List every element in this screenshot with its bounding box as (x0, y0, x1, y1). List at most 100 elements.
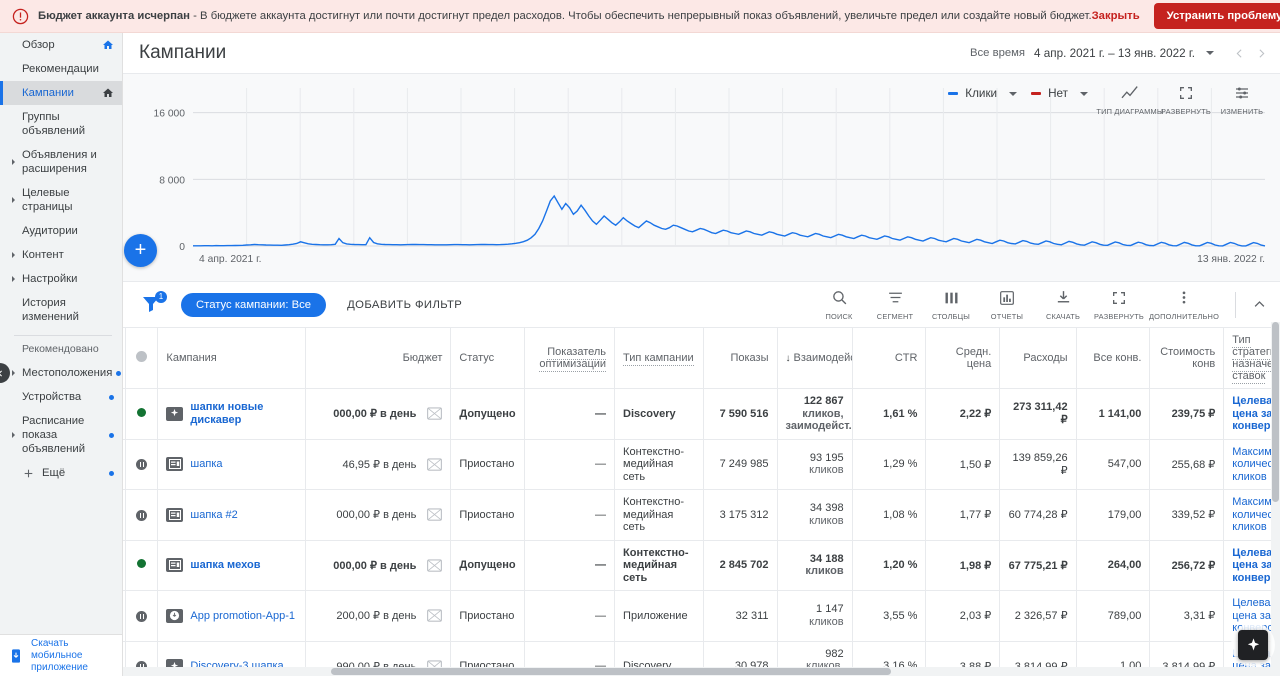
campaign-name-link[interactable]: шапка (190, 458, 222, 471)
search-button[interactable]: Поиск (811, 289, 867, 321)
chevron-down-icon[interactable] (1009, 91, 1018, 96)
table-row[interactable]: App promotion-App-1 200,00 ₽ в день Приост… (123, 590, 1280, 642)
optimization-score-cell: — (524, 388, 616, 440)
col-campaign[interactable]: Кампания (157, 327, 307, 389)
assistant-button[interactable] (1238, 630, 1268, 660)
x-axis-end-label: 13 янв. 2022 г. (1197, 254, 1265, 265)
columns-button[interactable]: Столбцы (923, 289, 979, 321)
all-conversions-cell: 547,00 (1076, 439, 1151, 490)
chart-type-button[interactable]: Тип диаграммы (1096, 80, 1163, 116)
sidebar-item-campaigns[interactable]: Кампании (0, 81, 122, 105)
sidebar-item-ad-schedule[interactable]: Расписание показа объявлений (0, 409, 122, 461)
new-campaign-button[interactable]: + (124, 234, 157, 267)
budget-cell[interactable]: 200,00 ₽ в день (305, 590, 452, 642)
error-outline-icon (12, 8, 29, 25)
budget-cell[interactable]: 000,00 ₽ в день (305, 540, 452, 591)
row-status-cell[interactable] (125, 489, 159, 541)
download-mobile-app-link[interactable]: Скачать мобильное приложение (0, 634, 122, 676)
campaign-name-cell[interactable]: шапка мехов (157, 540, 307, 591)
sidebar-item-audiences[interactable]: Аудитории (0, 219, 122, 243)
col-interactions[interactable]: ↓Взаимодействия (777, 327, 853, 389)
alert-title: Бюджет аккаунта исчерпан (38, 10, 190, 22)
download-button[interactable]: Скачать (1035, 289, 1091, 321)
campaigns-table-container[interactable]: Кампания Бюджет Статус Показатель оптими… (123, 327, 1280, 676)
campaign-name-cell[interactable]: шапки новые дискавер (157, 388, 307, 440)
date-next-button[interactable] (1250, 42, 1272, 64)
row-status-cell[interactable] (125, 540, 159, 591)
sidebar-item-more[interactable]: Ещё (0, 461, 122, 485)
row-status-cell[interactable] (125, 439, 159, 490)
col-budget[interactable]: Бюджет (305, 327, 452, 389)
add-filter-button[interactable]: Добавить фильтр (347, 299, 462, 311)
col-optimization-score[interactable]: Показатель оптимизации (524, 327, 616, 389)
sidebar-item-settings[interactable]: Настройки (0, 267, 122, 291)
sidebar-item-recommendations[interactable]: Рекомендации (0, 57, 122, 81)
campaign-name-link[interactable]: шапка #2 (190, 509, 237, 522)
status-paused-icon[interactable] (136, 509, 148, 521)
campaign-name-link[interactable]: App promotion-App-1 (190, 610, 295, 623)
sidebar-item-ad-groups[interactable]: Группы объявлений (0, 105, 122, 143)
filter-icon[interactable]: 1 (139, 290, 167, 318)
col-status[interactable]: Статус (450, 327, 526, 389)
sort-desc-icon: ↓ (785, 353, 791, 364)
budget-cell[interactable]: 000,00 ₽ в день (305, 489, 452, 541)
status-enabled-icon[interactable] (137, 559, 147, 569)
campaign-name-link[interactable]: шапка мехов (190, 559, 260, 572)
alert-close-button[interactable]: Закрыть (1092, 10, 1140, 22)
status-paused-icon[interactable] (136, 459, 148, 471)
sidebar-item-devices[interactable]: Устройства (0, 385, 122, 409)
chart-edit-button[interactable]: Изменить (1214, 80, 1270, 116)
campaign-name-cell[interactable]: шапка (157, 439, 307, 490)
table-expand-button[interactable]: Развернуть (1091, 289, 1147, 321)
campaign-name-cell[interactable]: шапка #2 (157, 489, 307, 541)
col-campaign-type[interactable]: Тип кампании (614, 327, 704, 389)
row-status-cell[interactable] (125, 590, 159, 642)
col-impressions[interactable]: Показы (703, 327, 778, 389)
chart-expand-button[interactable]: Развернуть (1158, 80, 1214, 116)
sidebar-item-locations[interactable]: Местоположения (0, 361, 122, 385)
panel-collapse-button[interactable] (1246, 292, 1272, 318)
table-row[interactable]: шапки новые дискавер 000,00 ₽ в день Допущ… (123, 388, 1280, 440)
all-conversions-cell: 789,00 (1076, 590, 1151, 642)
row-status-cell[interactable] (125, 388, 159, 440)
col-cost-per-conversion[interactable]: Стоимость конв (1149, 327, 1225, 389)
sidebar-item-overview[interactable]: Обзор (0, 33, 122, 57)
col-spend[interactable]: Расходы (999, 327, 1077, 389)
vertical-scrollbar-thumb[interactable] (1272, 322, 1279, 502)
budget-cell[interactable]: 46,95 ₽ в день (305, 439, 452, 490)
col-ctr[interactable]: CTR (852, 327, 927, 389)
table-row[interactable]: шапка мехов 000,00 ₽ в день Допущено — Конте… (123, 540, 1280, 591)
date-prev-button[interactable] (1228, 42, 1250, 64)
horizontal-scrollbar[interactable] (123, 667, 1280, 676)
chart-metric-2-selector[interactable]: Нет (1031, 80, 1088, 100)
vertical-scrollbar[interactable] (1271, 322, 1280, 676)
col-avg-cost[interactable]: Средн. цена (925, 327, 1001, 389)
more-options-button[interactable]: Дополнительно (1147, 289, 1221, 321)
campaign-name-cell[interactable]: App promotion-App-1 (157, 590, 307, 642)
sidebar-item-ads-extensions[interactable]: Объявления и расширения (0, 143, 122, 181)
status-enabled-icon[interactable] (137, 407, 147, 417)
chevron-left-icon (1236, 48, 1242, 58)
segment-button[interactable]: Сегмент (867, 289, 923, 321)
campaign-name-link[interactable]: шапки новые дискавер (190, 401, 297, 426)
chevron-down-icon[interactable] (1206, 51, 1214, 55)
sidebar-item-content[interactable]: Контент (0, 243, 122, 267)
sidebar-item-landing-pages[interactable]: Целевые страницы (0, 181, 122, 219)
sidebar-item-change-history[interactable]: История изменений (0, 291, 122, 329)
budget-cell[interactable]: 000,00 ₽ в день (305, 388, 452, 440)
sidebar-item-label: Ещё (42, 467, 66, 479)
reports-button[interactable]: Отчеты (979, 289, 1035, 321)
table-row[interactable]: шапка 46,95 ₽ в день Приостано — Контекстно-… (123, 439, 1280, 490)
campaign-status-filter-chip[interactable]: Статус кампании: Все (181, 292, 327, 317)
alert-fix-button[interactable]: Устранить проблему (1153, 3, 1280, 29)
spend-cell: 60 774,28 ₽ (999, 489, 1077, 541)
col-all-conversions[interactable]: Все конв. (1076, 327, 1151, 389)
ctr-cell: 1,08 % (852, 489, 927, 541)
horizontal-scrollbar-thumb[interactable] (331, 668, 891, 675)
status-paused-icon[interactable] (136, 610, 148, 622)
chevron-down-icon[interactable] (1080, 91, 1088, 96)
sidebar-item-label: Расписание показа объявлений (22, 415, 86, 455)
table-row[interactable]: шапка #2 000,00 ₽ в день Приостано — Контекс… (123, 489, 1280, 541)
chart-metric-1-selector[interactable]: Клики (948, 80, 1018, 100)
date-range-value[interactable]: 4 апр. 2021 г. – 13 янв. 2022 г. (1034, 47, 1195, 60)
